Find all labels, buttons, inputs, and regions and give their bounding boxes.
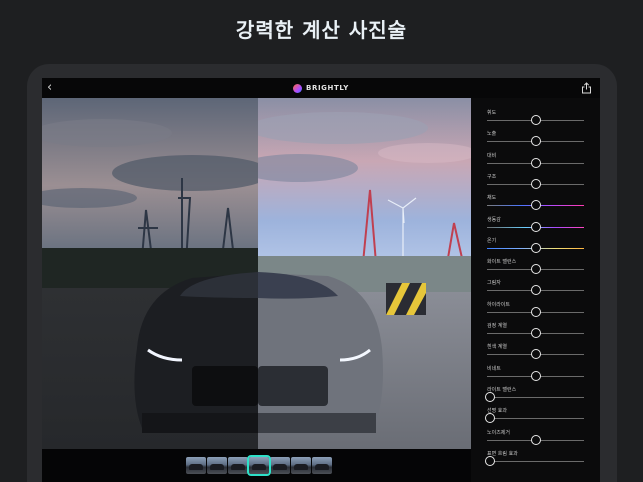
filmstrip-thumbnail[interactable] [291, 457, 311, 474]
adjustment-row: 대비 [471, 151, 600, 172]
adjustment-slider[interactable] [487, 460, 584, 462]
adjustment-label: 하이라이트 [487, 301, 511, 308]
adjustment-slider[interactable] [487, 418, 584, 420]
adjustment-label: 비네트 [487, 365, 501, 372]
adjustment-label: 그림자 [487, 280, 501, 287]
adjustment-slider-knob[interactable] [530, 242, 541, 253]
adjustment-slider-knob[interactable] [530, 306, 541, 317]
adjustment-label: 노이즈제거 [487, 429, 511, 436]
adjustment-label: 검정 계열 [487, 323, 507, 329]
adjustment-row: 채도 [471, 193, 600, 214]
adjustment-slider-knob[interactable] [530, 178, 541, 189]
adjustment-row: 라이트 밸런스 [471, 385, 600, 406]
adjustment-label: 채도 [487, 195, 497, 202]
adjustment-row: 노이즈제거 [471, 428, 600, 449]
adjustment-label: 휘도 [487, 110, 497, 116]
app-screen: ‹ BRIGHTLY 휘도 노출 대비 구조 채도 생동감 온기 화이트 밸런스… [42, 78, 600, 482]
filmstrip-thumbnail[interactable] [186, 457, 206, 474]
adjustment-row: 온기 [471, 236, 600, 257]
filmstrip [42, 449, 471, 482]
adjustment-row: 생동감 [471, 215, 600, 236]
adjustment-row: 휘도 [471, 108, 600, 129]
filmstrip-thumbnail[interactable] [312, 457, 332, 474]
adjustment-label: 화이트 밸런스 [487, 259, 517, 266]
adjustment-slider-knob[interactable] [530, 264, 541, 275]
adjustment-row: 그림자 [471, 278, 600, 299]
adjustment-slider-knob[interactable] [530, 200, 541, 211]
filmstrip-thumbnails [186, 455, 333, 476]
adjustment-slider-knob[interactable] [530, 370, 541, 381]
filmstrip-thumbnail[interactable] [270, 457, 290, 474]
adjustment-slider-knob[interactable] [485, 391, 495, 402]
adjustments-panel: 휘도노출대비구조채도생동감온기화이트 밸런스그림자하이라이트검정 계열흰색 계열… [471, 98, 600, 482]
adjustment-row: 선명 효과 [471, 406, 600, 427]
adjustment-row: 흰색 계열 [471, 342, 600, 363]
adjustment-row: 검정 계열 [471, 321, 600, 342]
adjustment-label: 대비 [487, 152, 497, 159]
adjustment-slider-knob[interactable] [530, 349, 541, 360]
adjustment-slider-knob[interactable] [530, 328, 541, 338]
adjustment-slider-knob[interactable] [530, 115, 541, 125]
adjustment-label: 온기 [487, 237, 497, 244]
adjustment-slider-knob[interactable] [530, 136, 541, 147]
adjustment-row: 노출 [471, 129, 600, 150]
adjustment-row: 화이트 밸런스 [471, 257, 600, 278]
brightly-logo-icon [293, 83, 303, 93]
adjustment-slider-knob[interactable] [530, 285, 541, 296]
adjustment-slider-knob[interactable] [530, 221, 541, 232]
back-chevron-icon[interactable]: ‹ [47, 80, 52, 96]
photo-edited-half [258, 98, 471, 449]
adjustment-label: 노출 [487, 131, 497, 138]
adjustment-row: 구조 [471, 172, 600, 193]
adjustment-label: 흰색 계열 [487, 344, 507, 351]
filmstrip-thumbnail[interactable] [207, 457, 227, 474]
photo-original-half [42, 98, 258, 449]
brand-name: BRIGHTLY [306, 84, 349, 92]
photo-preview[interactable] [42, 98, 471, 449]
adjustment-row: 표면 흐림 효과 [471, 449, 600, 470]
adjustment-label: 생동감 [487, 216, 501, 223]
adjustment-slider-knob[interactable] [530, 434, 541, 445]
adjustment-row: 하이라이트 [471, 300, 600, 321]
adjustment-slider-knob[interactable] [530, 157, 541, 168]
headline: 강력한 계산 사진술 [235, 18, 408, 42]
top-bar: ‹ BRIGHTLY [42, 78, 600, 98]
brand: BRIGHTLY [42, 78, 600, 98]
adjustment-slider-knob[interactable] [485, 413, 495, 424]
adjustment-slider[interactable] [487, 396, 584, 398]
adjustment-label: 구조 [487, 173, 497, 180]
adjustment-slider-knob[interactable] [485, 455, 495, 466]
share-icon[interactable] [581, 82, 592, 94]
filmstrip-thumbnail[interactable] [247, 455, 271, 476]
filmstrip-thumbnail[interactable] [228, 457, 248, 474]
adjustment-row: 비네트 [471, 364, 600, 385]
